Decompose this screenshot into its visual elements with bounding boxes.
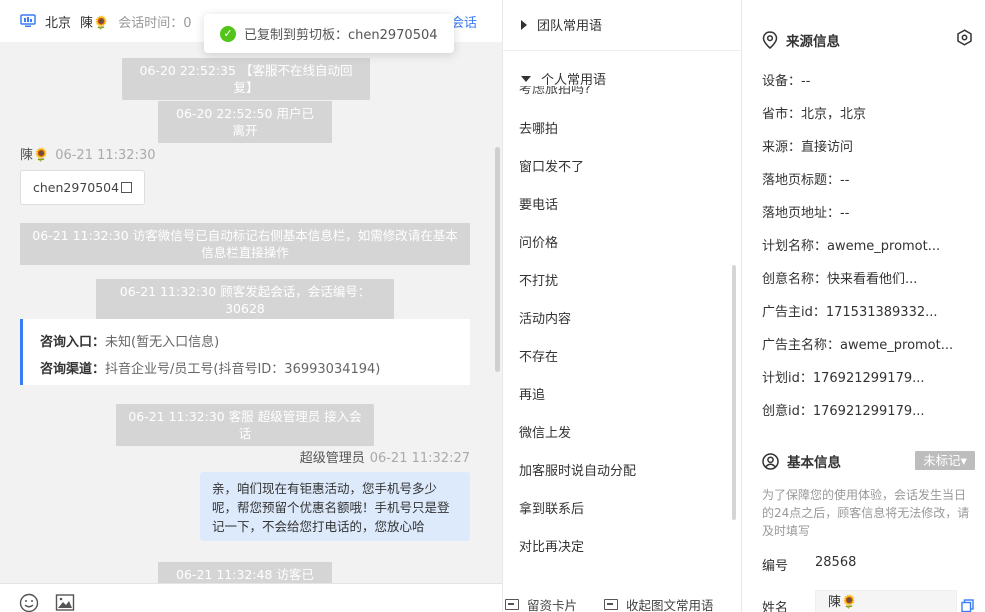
info-row: 创意id：176921299179... xyxy=(762,404,925,419)
channel-label: 咨询渠道： xyxy=(40,362,106,377)
visitor-city: 北京 xyxy=(45,15,72,31)
info-row: 广告主id：171531389332... xyxy=(762,305,938,320)
info-row: 来源：直接访问 xyxy=(762,140,854,155)
agent-message-bubble[interactable]: 亲，咱们现在有钜惠活动，您手机号多少呢，帮您预留个优惠名额哦！手机号只是登记一下… xyxy=(200,472,470,541)
toast-text: 已复制到剪切板：chen2970504 xyxy=(244,28,438,43)
image-icon[interactable] xyxy=(55,593,75,612)
phrase-footer: 留资卡片 收起图文常用语 xyxy=(503,595,741,612)
consult-info-card: 咨询入口：未知(暂无入口信息) 咨询渠道：抖音企业号/员工号(抖音号ID：369… xyxy=(20,319,470,385)
copy-toast: ✓ 已复制到剪切板：chen2970504 xyxy=(204,14,454,53)
sender-name: 陳🌻 xyxy=(20,148,50,163)
hexagon-settings-icon[interactable] xyxy=(956,29,973,46)
common-phrases-panel: 团队常用语 个人常用语 考虑旅拍吗? 去哪拍 窗口发不了 要电话 问价格 不打扰… xyxy=(502,0,742,612)
monitor-icon xyxy=(20,14,36,27)
section-title: 来源信息 xyxy=(786,34,840,50)
basic-info-header: 基本信息 xyxy=(762,451,841,471)
visitor-name: 陳🌻 xyxy=(80,15,110,31)
customer-id-value: 28568 xyxy=(815,555,857,570)
group-label: 团队常用语 xyxy=(537,19,603,34)
phrase-item[interactable]: 对比再决定 xyxy=(519,536,584,555)
copy-icon[interactable] xyxy=(961,599,974,612)
entry-value: 未知(暂无入口信息) xyxy=(105,335,220,350)
info-row: 落地页地址：-- xyxy=(762,206,850,221)
section-title: 基本信息 xyxy=(787,455,841,471)
system-message: 06-20 22:52:35 【客服不在线自动回复】 xyxy=(122,58,370,100)
lead-card-button[interactable]: 留资卡片 xyxy=(505,595,577,612)
entry-label: 咨询入口： xyxy=(40,335,106,350)
session-link[interactable]: 会话 xyxy=(451,12,477,31)
visitor-sender: 陳🌻 06-21 11:32:30 xyxy=(20,144,155,163)
system-message: 06-21 11:32:30 访客微信号已自动标记右侧基本信息栏，如需修改请在基… xyxy=(20,223,470,265)
collapse-phrases-button[interactable]: 收起图文常用语 xyxy=(604,595,714,612)
message-time: 06-21 11:32:30 xyxy=(55,148,156,163)
phrase-item[interactable]: 加客服时说自动分配 xyxy=(519,460,636,479)
collapse-label: 收起图文常用语 xyxy=(626,598,714,612)
customer-id-label: 编号 xyxy=(762,559,789,574)
message-time: 06-21 11:32:27 xyxy=(369,451,470,466)
phrase-item[interactable]: 不存在 xyxy=(519,346,558,365)
phrase-item[interactable]: 去哪拍 xyxy=(519,118,558,137)
team-phrases-group[interactable]: 团队常用语 xyxy=(521,15,602,34)
sender-name: 超级管理员 xyxy=(299,451,365,466)
smile-icon[interactable] xyxy=(19,593,39,612)
info-row: 落地页标题：-- xyxy=(762,173,850,188)
phrase-item[interactable]: 不打扰 xyxy=(519,270,558,289)
phrase-item[interactable]: 考虑旅拍吗? xyxy=(519,86,591,97)
name-label: 姓名 xyxy=(762,601,789,612)
copy-icon[interactable] xyxy=(121,182,133,193)
card-icon xyxy=(505,599,519,610)
system-message: 06-21 11:32:30 顾客发起会话，会话编号：30628 xyxy=(96,279,394,321)
agent-sender: 超级管理员 06-21 11:32:27 xyxy=(300,447,470,466)
chat-toolbar xyxy=(0,583,502,612)
info-row: 计划名称：aweme_promot... xyxy=(762,239,941,254)
channel-value: 抖音企业号/员工号(抖音号ID：36993034194) xyxy=(105,362,381,377)
card-icon xyxy=(604,599,618,610)
phrase-item[interactable]: 问价格 xyxy=(519,232,558,251)
phrase-item[interactable]: 活动内容 xyxy=(519,308,571,327)
success-check-icon: ✓ xyxy=(220,25,236,42)
info-row: 创意名称：快来看看他们... xyxy=(762,272,918,287)
info-row: 省市：北京，北京 xyxy=(762,107,867,122)
phrase-list: 考虑旅拍吗? 去哪拍 窗口发不了 要电话 问价格 不打扰 活动内容 不存在 再追… xyxy=(503,86,735,572)
system-message: 06-21 11:32:30 客服 超级管理员 接入会话 xyxy=(116,404,374,446)
chat-panel: 北京 陳🌻 会话时间：0 会话 06-20 22:52:35 【客服不在线自动回… xyxy=(0,0,502,612)
name-field[interactable]: 陳🌻 xyxy=(815,590,957,612)
phrase-item[interactable]: 要电话 xyxy=(519,194,558,213)
info-row: 设备：-- xyxy=(762,74,811,89)
edit-notice: 为了保障您的使用体验，会话发生当日的24点之后，顾客信息将无法修改，请及时填写 xyxy=(762,488,970,538)
location-pin-icon xyxy=(762,31,778,49)
chat-scrollbar[interactable] xyxy=(495,147,500,372)
visitor-message-bubble[interactable]: chen2970504 xyxy=(20,170,146,205)
phrase-item[interactable]: 窗口发不了 xyxy=(519,156,584,175)
phrase-item[interactable]: 再追 xyxy=(519,384,545,403)
phrase-item[interactable]: 微信上发 xyxy=(519,422,571,441)
source-info-header: 来源信息 xyxy=(762,30,840,50)
lead-card-label: 留资卡片 xyxy=(527,598,578,612)
caret-right-icon xyxy=(521,19,527,30)
system-message: 06-20 22:52:50 用户已离开 xyxy=(158,101,332,143)
message-text: chen2970504 xyxy=(33,180,120,195)
customer-info-panel: 来源信息 设备：-- 省市：北京，北京 来源：直接访问 落地页标题：-- 落地页… xyxy=(742,0,985,612)
tag-dropdown[interactable]: 未标记▾ xyxy=(915,451,975,470)
phrase-item[interactable]: 拿到联系后 xyxy=(519,498,584,517)
user-circle-icon xyxy=(762,452,779,470)
session-time: 会话时间：0 xyxy=(118,15,192,31)
divider xyxy=(503,50,741,51)
info-row: 广告主名称：aweme_promot... xyxy=(762,338,954,353)
info-row: 计划id：176921299179... xyxy=(762,371,925,386)
caret-down-icon xyxy=(521,75,531,82)
phrase-scrollbar[interactable] xyxy=(732,265,736,520)
